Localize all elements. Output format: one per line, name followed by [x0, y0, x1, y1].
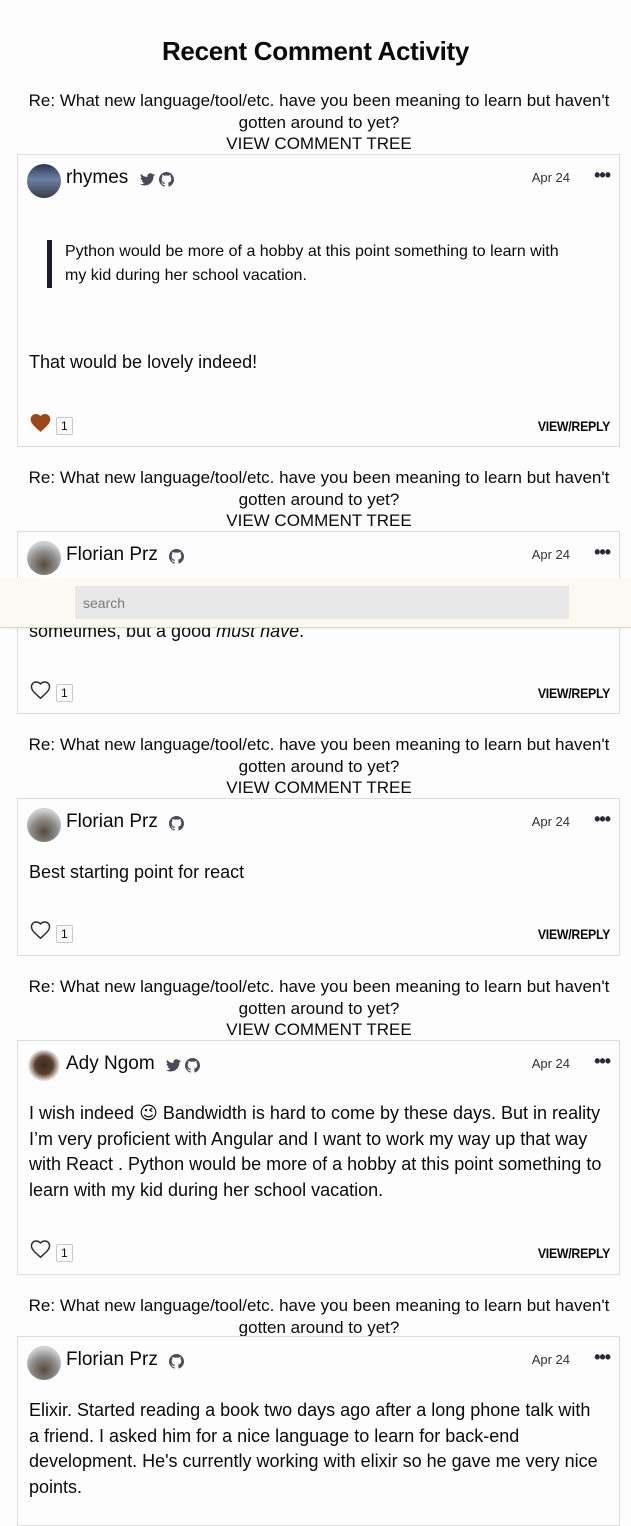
thread-title-link[interactable]: Re: What new language/tool/etc. have you…	[18, 976, 620, 1020]
view-comment-tree-link[interactable]: VIEW COMMENT TREE	[18, 510, 620, 532]
twitter-icon[interactable]	[139, 173, 155, 186]
comment-header: Florian Prz Apr 24 •••	[27, 540, 611, 575]
comment-header: Florian Prz Apr 24 •••	[27, 807, 611, 842]
body-text: I wish indeed	[29, 1103, 140, 1123]
author-name[interactable]: Ady Ngom	[66, 1053, 155, 1074]
comment-date: Apr 24	[531, 1352, 570, 1367]
comment-header: Ady Ngom Apr 24 •••	[27, 1049, 611, 1084]
wink-emoji: 😉	[139, 1103, 158, 1123]
thread-header: Re: What new language/tool/etc. have you…	[18, 1295, 620, 1339]
thread-title-link[interactable]: Re: What new language/tool/etc. have you…	[18, 90, 620, 134]
github-icon[interactable]	[184, 1058, 200, 1074]
avatar[interactable]	[27, 541, 61, 575]
like-count: 1	[56, 925, 73, 943]
comment-date: Apr 24	[531, 1056, 570, 1071]
like-count: 1	[56, 1244, 73, 1262]
comment-body: Elixir. Started reading a book two days …	[29, 1400, 598, 1497]
author-name-link[interactable]: Ady Ngom	[66, 1053, 204, 1077]
thread-title-link[interactable]: Re: What new language/tool/etc. have you…	[18, 1295, 620, 1339]
avatar[interactable]	[27, 164, 61, 198]
more-options-icon[interactable]: •••	[594, 1051, 611, 1072]
view-reply-button[interactable]: VIEW/REPLY	[538, 1245, 610, 1261]
like-count: 1	[56, 684, 73, 702]
author-name-link[interactable]: Florian Prz	[66, 544, 188, 568]
author-name-link[interactable]: Florian Prz	[66, 1349, 188, 1373]
avatar[interactable]	[27, 808, 61, 842]
heart-outline-icon[interactable]	[30, 1240, 51, 1264]
social-links	[169, 546, 188, 568]
more-options-icon[interactable]: •••	[594, 165, 611, 186]
comment-card: rhymes Apr 24 ••• Python would be more o…	[17, 154, 620, 447]
page-title: Recent Comment Activity	[161, 36, 470, 66]
social-links	[165, 1055, 204, 1077]
twitter-icon[interactable]	[165, 1059, 181, 1072]
view-reply-button[interactable]: VIEW/REPLY	[538, 418, 610, 434]
social-links	[169, 813, 188, 835]
comment-card: Florian Prz Apr 24 ••• Best starting poi…	[17, 798, 620, 956]
comment-date: Apr 24	[531, 814, 570, 829]
author-name[interactable]: Florian Prz	[66, 544, 158, 565]
social-links	[139, 169, 178, 191]
heart-outline-icon[interactable]	[30, 681, 51, 705]
comment-card: Florian Prz Apr 24 ••• Elixir. Started r…	[17, 1336, 620, 1526]
author-name-link[interactable]: rhymes	[66, 167, 178, 191]
avatar[interactable]	[27, 1346, 61, 1380]
comment-date: Apr 24	[531, 547, 570, 562]
author-name[interactable]: rhymes	[66, 167, 128, 188]
heart-outline-icon[interactable]	[30, 921, 51, 945]
comment-card: Ady Ngom Apr 24 ••• I wish indeed 😉 Band…	[17, 1040, 620, 1275]
comment-body: I wish indeed 😉 Bandwidth is hard to com…	[29, 1101, 605, 1203]
view-comment-tree-link[interactable]: VIEW COMMENT TREE	[18, 1019, 620, 1041]
author-name-link[interactable]: Florian Prz	[66, 811, 188, 835]
heart-icon[interactable]	[30, 414, 51, 437]
thread-header: Re: What new language/tool/etc. have you…	[18, 90, 620, 155]
comment-body: Best starting point for react	[29, 862, 245, 882]
like-count: 1	[56, 417, 73, 435]
github-icon[interactable]	[158, 172, 174, 188]
view-comment-tree-link[interactable]: VIEW COMMENT TREE	[18, 777, 620, 799]
more-options-icon[interactable]: •••	[594, 1347, 611, 1368]
thread-header: Re: What new language/tool/etc. have you…	[18, 467, 620, 532]
search-input[interactable]	[75, 586, 569, 619]
top-search-bar	[0, 578, 631, 628]
comment-header: rhymes Apr 24 •••	[27, 163, 611, 198]
github-icon[interactable]	[169, 1354, 185, 1370]
comment-body: That would be lovely indeed!	[29, 352, 258, 372]
blockquote: Python would be more of a hobby at this …	[47, 240, 575, 288]
view-comment-tree-link[interactable]: VIEW COMMENT TREE	[18, 133, 620, 155]
author-name[interactable]: Florian Prz	[66, 811, 158, 832]
comment-date: Apr 24	[531, 170, 570, 185]
thread-title-link[interactable]: Re: What new language/tool/etc. have you…	[18, 734, 620, 778]
thread-title-link[interactable]: Re: What new language/tool/etc. have you…	[18, 467, 620, 511]
github-icon[interactable]	[169, 816, 185, 832]
avatar[interactable]	[27, 1050, 61, 1084]
more-options-icon[interactable]: •••	[594, 809, 611, 830]
view-reply-button[interactable]: VIEW/REPLY	[538, 685, 610, 701]
thread-header: Re: What new language/tool/etc. have you…	[18, 976, 620, 1041]
view-reply-button[interactable]: VIEW/REPLY	[538, 926, 610, 942]
comment-header: Florian Prz Apr 24 •••	[27, 1345, 611, 1380]
more-options-icon[interactable]: •••	[594, 542, 611, 563]
social-links	[169, 1351, 188, 1373]
thread-header: Re: What new language/tool/etc. have you…	[18, 734, 620, 799]
author-name[interactable]: Florian Prz	[66, 1349, 158, 1370]
github-icon[interactable]	[169, 549, 185, 565]
